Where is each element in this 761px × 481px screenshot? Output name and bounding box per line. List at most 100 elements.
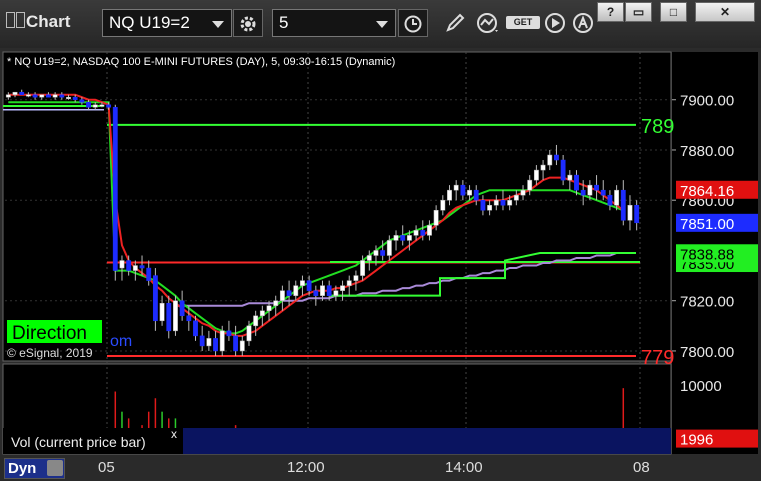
copyright-label: © eSignal, 2019 xyxy=(7,346,93,360)
price-pane[interactable] xyxy=(2,51,672,362)
candle xyxy=(199,335,205,347)
level-label-red: 779 xyxy=(641,347,674,369)
candle xyxy=(460,184,466,196)
link-icon[interactable] xyxy=(568,9,598,37)
price-tick-label: 7880.00 xyxy=(680,143,734,160)
candle xyxy=(386,240,392,256)
candle xyxy=(433,210,439,226)
candle xyxy=(273,300,279,306)
candle xyxy=(567,174,573,181)
green-level-tag-1-text: 7838.88 xyxy=(680,246,734,263)
candle xyxy=(346,280,352,286)
time-tick-label: 12:00 xyxy=(287,459,325,476)
candle xyxy=(193,320,198,337)
price-tick-label: 7820.00 xyxy=(680,294,734,311)
candle xyxy=(487,204,493,211)
candle xyxy=(126,260,132,271)
candle xyxy=(480,199,486,211)
candle xyxy=(406,235,412,241)
candle xyxy=(447,189,452,201)
candle xyxy=(166,302,172,332)
gear-icon[interactable] xyxy=(233,9,263,37)
candle xyxy=(313,290,319,296)
candle xyxy=(600,189,606,196)
chart-toolbar: Chart NQ U19=2 5 GET ? ▭ □ ✕ xyxy=(0,0,761,49)
price-tick-label: 7800.00 xyxy=(680,344,734,361)
candle xyxy=(360,260,366,276)
candle xyxy=(39,94,45,98)
candle xyxy=(320,285,325,296)
candle xyxy=(206,338,212,347)
candle xyxy=(467,189,472,196)
clock-icon[interactable] xyxy=(398,9,428,37)
candle xyxy=(574,174,579,191)
candle xyxy=(326,285,332,296)
candle xyxy=(520,189,526,196)
volume-tick-label: 10000 xyxy=(680,378,722,395)
candle xyxy=(513,194,519,201)
chart-title: * NQ U19=2, NASDAQ 100 E-MINI FUTURES (D… xyxy=(7,56,395,68)
chevron-down-icon[interactable] xyxy=(212,21,224,28)
candle xyxy=(420,230,426,236)
pencil-icon[interactable] xyxy=(440,9,470,37)
candle xyxy=(52,94,58,98)
candle xyxy=(547,154,553,166)
price-chart[interactable]: 7900.007880.007860.007820.007800.0010000… xyxy=(0,48,761,481)
last-price-tag-text: 7851.00 xyxy=(680,216,734,233)
candle xyxy=(300,280,305,286)
study-icon[interactable] xyxy=(473,9,503,37)
candle xyxy=(72,96,78,100)
candle xyxy=(306,280,312,291)
play-icon[interactable] xyxy=(540,9,570,37)
minimize-button[interactable]: ▭ xyxy=(625,2,652,22)
candle xyxy=(453,184,459,191)
level-label-green: 789 xyxy=(641,116,674,138)
candle xyxy=(413,230,419,236)
candle xyxy=(493,199,499,206)
volume-close-icon[interactable]: x xyxy=(171,427,177,441)
lock-icon[interactable] xyxy=(47,460,63,476)
candle xyxy=(139,265,145,269)
maximize-button[interactable]: □ xyxy=(660,2,687,22)
candle xyxy=(173,300,178,332)
candle xyxy=(614,189,620,206)
chevron-down-icon[interactable] xyxy=(376,21,388,28)
partial-label: om xyxy=(110,333,132,350)
candle xyxy=(266,305,272,312)
candle xyxy=(607,194,613,206)
candle xyxy=(373,250,379,256)
candle xyxy=(253,315,259,327)
last-volume-tag-text: 1996 xyxy=(680,432,713,449)
time-tick-label: 08 xyxy=(633,459,650,476)
candle xyxy=(333,290,339,296)
help-button[interactable]: ? xyxy=(597,2,624,22)
candle xyxy=(25,94,31,97)
candle xyxy=(152,275,158,322)
candle xyxy=(5,94,11,98)
candle xyxy=(366,255,372,261)
candle xyxy=(239,340,245,352)
candle xyxy=(146,267,152,281)
candle xyxy=(507,199,513,206)
candle xyxy=(286,290,292,296)
time-tick-label: 05 xyxy=(98,459,115,476)
candle xyxy=(106,104,112,108)
candle xyxy=(213,338,218,352)
candle xyxy=(99,104,105,107)
candle xyxy=(533,169,539,181)
symbol-input[interactable]: NQ U19=2 xyxy=(102,9,232,37)
interval-input[interactable]: 5 xyxy=(272,9,396,37)
candle xyxy=(580,189,586,196)
candle xyxy=(32,94,38,98)
candle xyxy=(527,179,533,191)
volume-legend-bar xyxy=(183,428,671,454)
candle xyxy=(112,107,118,271)
candle xyxy=(560,159,566,181)
candle xyxy=(500,199,506,206)
candle xyxy=(594,184,599,191)
candle xyxy=(427,225,432,236)
get-data-icon[interactable]: GET xyxy=(506,9,540,37)
dynamic-scroll-toggle[interactable]: Dyn xyxy=(4,458,65,479)
close-button[interactable]: ✕ xyxy=(695,2,755,22)
candle xyxy=(380,250,386,256)
